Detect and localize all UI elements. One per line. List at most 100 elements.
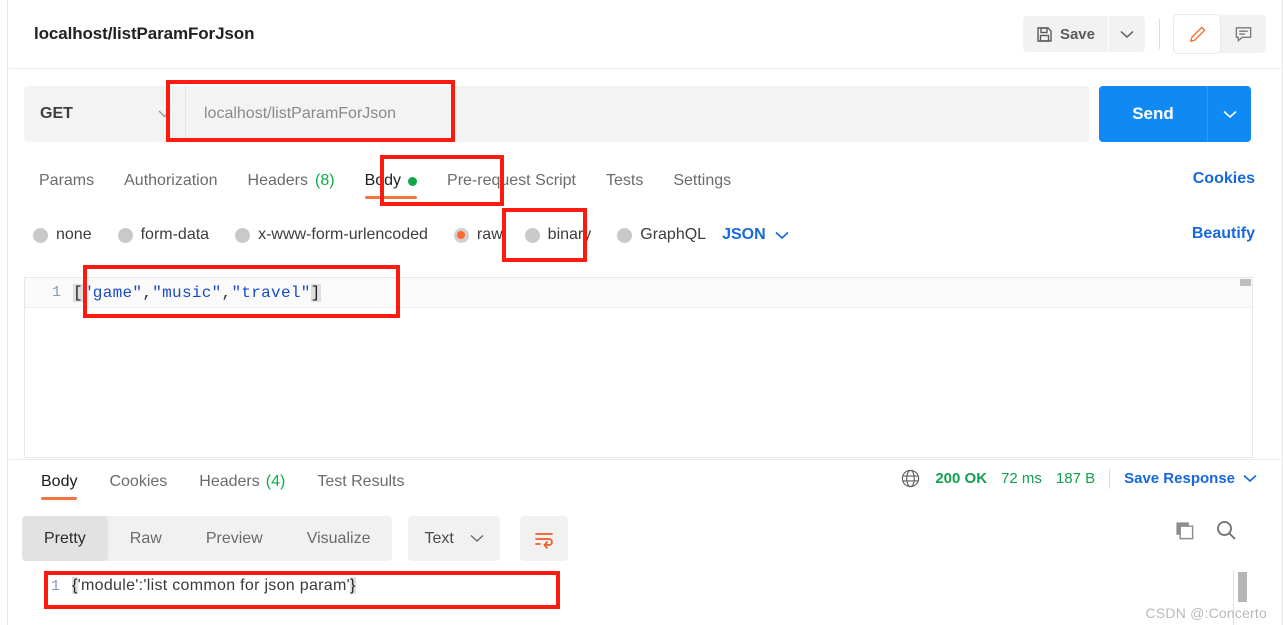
code-content: 'module':'list common for json param' <box>77 577 350 594</box>
tab-label: Headers <box>247 172 308 189</box>
request-tabs: Params Authorization Headers (8) Body Pr… <box>9 158 1282 206</box>
body-format-select[interactable]: JSON <box>722 226 789 244</box>
request-header: localhost/listParamForJson Save <box>9 0 1282 69</box>
tab-label: Authorization <box>124 172 218 189</box>
view-raw[interactable]: Raw <box>108 516 184 561</box>
response-body-viewer[interactable]: 1 {'module':'list common for json param'… <box>24 570 1253 625</box>
body-type-x-www-form-urlencoded[interactable]: x-www-form-urlencoded <box>235 226 428 244</box>
save-response-label: Save Response <box>1124 470 1235 487</box>
response-tab-headers[interactable]: Headers (4) <box>183 460 301 504</box>
send-options-button[interactable] <box>1207 86 1251 142</box>
tab-label: Tests <box>605 172 644 189</box>
view-pretty[interactable]: Pretty <box>22 516 108 561</box>
code-comma-1: , <box>142 283 153 302</box>
edit-request-button[interactable] <box>1174 15 1220 53</box>
comments-button[interactable] <box>1220 15 1266 53</box>
response-tab-body[interactable]: Body <box>25 460 93 504</box>
response-meta: 200 OK 72 ms 187 B Save Response <box>900 468 1257 489</box>
chevron-down-icon <box>470 534 484 543</box>
pencil-icon <box>1188 25 1207 44</box>
send-group: Send <box>1099 86 1251 142</box>
status-badge: 200 OK <box>935 470 988 487</box>
code-string-2: "music" <box>152 283 222 302</box>
chevron-down-icon <box>158 110 171 118</box>
header-icon-group <box>1174 15 1266 53</box>
send-button[interactable]: Send <box>1099 86 1207 142</box>
http-method-label: GET <box>40 105 73 122</box>
tab-body[interactable]: Body <box>350 158 432 204</box>
body-type-graphql[interactable]: GraphQL <box>617 226 706 244</box>
chevron-down-icon <box>1243 474 1257 483</box>
radio-label: none <box>56 226 92 243</box>
header-actions: Save <box>1022 15 1266 53</box>
save-button[interactable]: Save <box>1022 16 1108 52</box>
tab-label: Body <box>364 172 402 189</box>
body-type-form-data[interactable]: form-data <box>117 226 209 244</box>
floppy-disk-icon <box>1036 26 1053 43</box>
header-divider <box>1159 19 1160 49</box>
tab-tests[interactable]: Tests <box>591 158 658 204</box>
window-left-edge <box>0 0 8 625</box>
view-preview[interactable]: Preview <box>184 516 285 561</box>
chevron-down-icon <box>775 231 789 240</box>
http-method-select[interactable]: GET <box>24 86 186 142</box>
response-scrollbar[interactable] <box>1238 572 1247 602</box>
radio-icon <box>117 227 133 243</box>
response-headers-count-badge: (4) <box>265 473 286 490</box>
editor-scrollbar[interactable] <box>1240 279 1251 286</box>
radio-icon <box>524 227 540 243</box>
tab-label: Cookies <box>109 473 168 490</box>
tab-label: Settings <box>673 172 732 189</box>
body-format-label: JSON <box>722 226 766 243</box>
url-bar: GET localhost/listParamForJson <box>24 86 1089 142</box>
tab-authorization[interactable]: Authorization <box>109 158 232 204</box>
response-tab-test-results[interactable]: Test Results <box>301 460 420 504</box>
save-options-button[interactable] <box>1109 16 1145 52</box>
request-body-editor[interactable]: 1 ["game","music","travel"] <box>24 277 1253 458</box>
tab-headers[interactable]: Headers (8) <box>233 158 350 204</box>
postman-window: localhost/listParamForJson Save GET loca… <box>0 0 1283 625</box>
tab-label: Body <box>41 473 78 490</box>
response-tab-cookies[interactable]: Cookies <box>93 460 183 504</box>
tab-label: Params <box>39 172 95 189</box>
radio-label: GraphQL <box>640 226 707 243</box>
radio-icon <box>235 227 251 243</box>
response-format-label: Text <box>424 529 454 547</box>
tab-pre-request-script[interactable]: Pre-request Script <box>432 158 591 204</box>
cookies-link[interactable]: Cookies <box>1193 170 1255 188</box>
response-toolbar: Pretty Raw Preview Visualize Text <box>22 515 568 562</box>
body-type-binary[interactable]: binary <box>524 226 591 244</box>
radio-icon <box>617 227 633 243</box>
body-type-raw[interactable]: raw <box>453 226 503 244</box>
tab-settings[interactable]: Settings <box>658 158 746 204</box>
comment-icon <box>1234 25 1253 44</box>
chevron-down-icon <box>1120 30 1134 39</box>
response-time: 72 ms <box>1001 470 1042 487</box>
globe-icon <box>900 468 921 489</box>
radio-label: x-www-form-urlencoded <box>258 226 428 243</box>
view-visualize[interactable]: Visualize <box>285 516 393 561</box>
response-body-code: {'module':'list common for json param'} <box>72 577 356 595</box>
beautify-link[interactable]: Beautify <box>1192 225 1255 243</box>
tab-params[interactable]: Params <box>24 158 109 204</box>
response-format-select[interactable]: Text <box>408 516 500 561</box>
body-type-none[interactable]: none <box>33 226 92 244</box>
response-actions <box>1174 519 1237 541</box>
body-type-radio-group: none form-data x-www-form-urlencoded raw… <box>9 212 1282 258</box>
tab-label: Test Results <box>317 473 405 490</box>
line-number: 1 <box>50 577 60 595</box>
code-close-bracket: ] <box>310 283 321 302</box>
code-close-brace: } <box>349 577 356 594</box>
radio-label: raw <box>476 226 503 243</box>
url-input[interactable]: localhost/listParamForJson <box>186 86 1089 142</box>
search-icon[interactable] <box>1215 519 1237 541</box>
chevron-down-icon <box>1222 110 1237 119</box>
save-response-button[interactable]: Save Response <box>1124 470 1257 487</box>
code-string-3: "travel" <box>231 283 311 302</box>
response-line: 1 {'module':'list common for json param'… <box>24 570 1253 602</box>
editor-line: 1 ["game","music","travel"] <box>25 278 1252 308</box>
code-open-bracket: [ <box>73 283 83 302</box>
radio-icon-selected <box>453 227 469 243</box>
wrap-lines-button[interactable] <box>519 516 568 561</box>
copy-icon[interactable] <box>1174 520 1195 541</box>
